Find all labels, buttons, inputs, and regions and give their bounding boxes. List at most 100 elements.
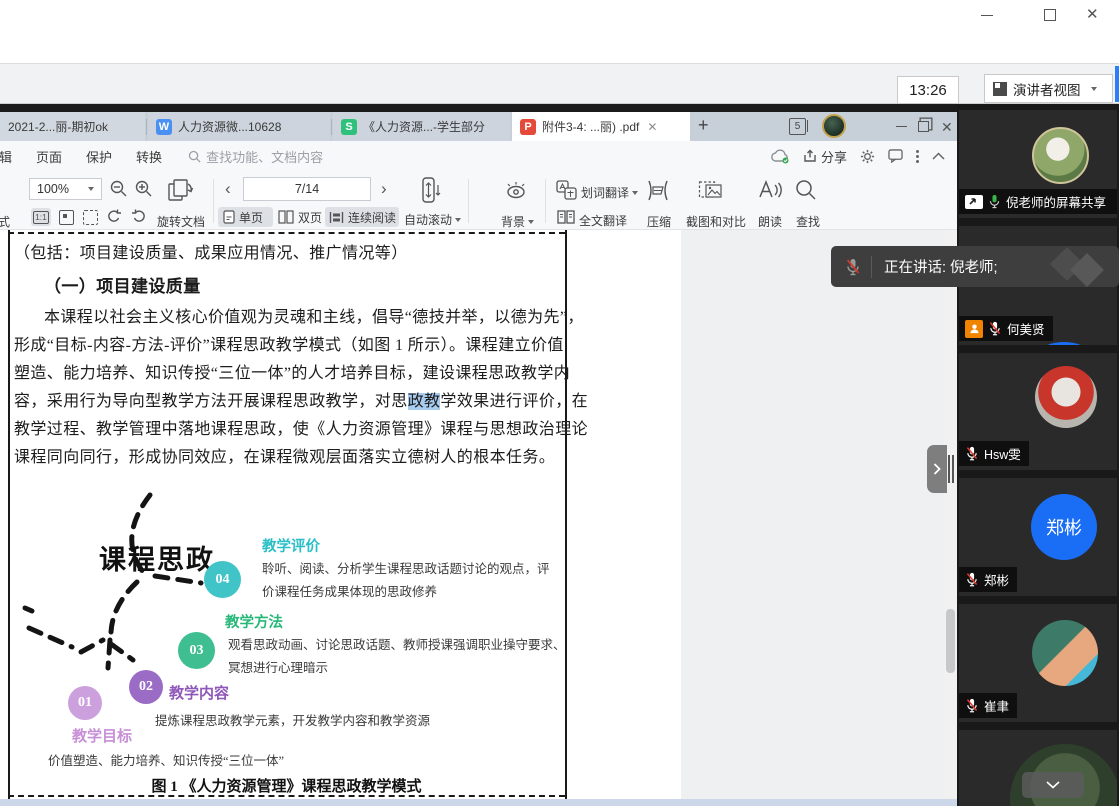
sheet-file-icon: S	[341, 119, 357, 135]
rotate-right-icon[interactable]	[131, 209, 147, 225]
mic-muted-icon	[965, 446, 979, 461]
document-scrollbar[interactable]	[944, 230, 957, 799]
doc-tab-2[interactable]: W 人力资源微...10628	[148, 112, 330, 141]
mic-muted-icon	[988, 321, 1002, 336]
doc-heading: （一）项目建设质量	[44, 272, 201, 297]
zoom-out-icon[interactable]	[110, 180, 127, 197]
avatar	[1032, 127, 1089, 184]
pdf-tabbar: 2021-2...丽-期初ok W 人力资源微...10628 S 《人力资源.…	[0, 112, 957, 141]
document-page: （包括：项目建设质量、成果应用情况、推广情况等） （一）项目建设质量 本课程以社…	[0, 230, 681, 799]
continuous-read-icon	[329, 211, 344, 224]
menu-page[interactable]: 页面	[24, 147, 74, 166]
window-titlebar: ✕	[0, 0, 1119, 30]
diagram-step-03: 03	[178, 632, 215, 669]
mode-label[interactable]: 模式	[0, 213, 10, 230]
diagram-step-04: 04	[204, 561, 241, 598]
tab-list-badge[interactable]: 5	[789, 118, 806, 135]
speaking-toast: 正在讲话: 倪老师;	[831, 246, 1119, 287]
double-page-button[interactable]: 双页	[278, 207, 332, 227]
screen-share-icon	[965, 195, 983, 209]
pdf-minimize-icon[interactable]	[896, 126, 907, 127]
scrollbar-thumb[interactable]	[946, 609, 955, 673]
search-icon	[188, 150, 201, 163]
member-badge-icon	[965, 320, 983, 338]
comment-icon[interactable]	[888, 149, 903, 163]
pdf-close-icon[interactable]: ✕	[941, 119, 953, 136]
next-page-icon[interactable]: ›	[381, 179, 387, 199]
sidebar-collapse-handle[interactable]	[927, 445, 947, 493]
avatar	[1016, 342, 1112, 345]
collapse-toolbar-icon[interactable]	[932, 152, 945, 160]
text-selection: 政教	[408, 393, 441, 410]
actual-size-button[interactable]: 1:1	[31, 208, 51, 226]
menu-edit[interactable]: 编辑	[0, 147, 24, 166]
speaking-toast-text: 正在讲话: 倪老师;	[884, 256, 998, 277]
menu-protect[interactable]: 保护	[74, 147, 124, 166]
participant-tile-teacher[interactable]: 倪老师的屏幕共享	[959, 110, 1117, 218]
maximize-icon[interactable]	[1044, 8, 1058, 22]
account-avatar[interactable]	[822, 114, 846, 138]
diagram-root-label: 课程思政	[99, 538, 215, 577]
participant-tile-4[interactable]: 郑彬 郑彬	[959, 478, 1117, 596]
more-menu-icon[interactable]	[916, 150, 919, 163]
chevron-down-icon	[1091, 87, 1097, 91]
avatar	[1035, 366, 1097, 428]
settings-gear-icon[interactable]	[860, 149, 875, 164]
mic-muted-icon	[845, 258, 861, 276]
participant-label: Hsw雯	[959, 441, 1029, 466]
pdf-app-window: 2021-2...丽-期初ok W 人力资源微...10628 S 《人力资源.…	[0, 112, 957, 799]
doc-tab-1[interactable]: 2021-2...丽-期初ok	[0, 112, 145, 141]
single-page-button[interactable]: 单页	[218, 207, 273, 227]
new-tab-icon[interactable]: +	[698, 115, 709, 136]
pdf-toolbar: 模式 100% 1:1 旋转文档 ‹ 7/14 › 单页	[0, 171, 957, 230]
participant-label: 何美贤	[959, 316, 1053, 341]
document-viewport[interactable]: （包括：项目建设质量、成果应用情况、推广情况等） （一）项目建设质量 本课程以社…	[0, 230, 957, 799]
doc-tab-3[interactable]: S 《人力资源...-学生部分	[333, 112, 510, 141]
screen: ✕ 您正在观看倪老师的屏幕 13:26 演讲者视图 2021-2...丽-	[0, 0, 1119, 806]
view-mode-selector[interactable]: 演讲者视图	[984, 74, 1113, 103]
speaker-view-icon	[993, 82, 1007, 96]
mic-on-icon	[988, 194, 1001, 209]
zoom-in-icon[interactable]	[135, 180, 152, 197]
doc-line-with-selection: 容，采用行为导向型教学方法开展课程思政教学，对思政教学效果进行评价，在	[14, 387, 588, 411]
pdf-menubar: 编辑 页面 保护 转换 查找功能、文档内容 分享	[0, 141, 957, 171]
figure-caption: 图 1 《人力资源管理》课程思政教学模式	[8, 775, 565, 796]
pdf-restore-icon[interactable]	[918, 121, 929, 132]
mic-muted-icon	[965, 572, 979, 587]
fit-width-icon[interactable]	[83, 210, 98, 225]
writer-file-icon: W	[156, 119, 172, 135]
page-indicator[interactable]: 7/14	[243, 177, 371, 201]
diagram-step-01: 01	[68, 686, 102, 720]
minimize-icon[interactable]	[981, 8, 995, 22]
mic-muted-icon	[965, 698, 979, 713]
participant-label: 郑彬	[959, 567, 1017, 592]
continuous-read-button[interactable]: 连续阅读	[325, 207, 399, 227]
share-icon	[803, 149, 817, 163]
close-icon[interactable]: ✕	[1086, 8, 1100, 22]
function-search[interactable]: 查找功能、文档内容	[188, 147, 323, 166]
menu-convert[interactable]: 转换	[124, 147, 174, 166]
participant-tile-3[interactable]: Hsw雯	[959, 353, 1117, 470]
fit-page-icon[interactable]	[59, 210, 74, 225]
participant-tile-5[interactable]: 崔聿	[959, 604, 1117, 722]
cloud-sync-icon[interactable]	[770, 149, 790, 164]
shared-screen-top-edge	[0, 104, 1119, 112]
participant-label: 崔聿	[959, 693, 1017, 718]
prev-page-icon[interactable]: ‹	[225, 179, 231, 199]
avatar	[1032, 620, 1098, 686]
share-button[interactable]: 分享	[803, 147, 847, 166]
pdf-file-icon: P	[520, 119, 536, 135]
edge-accent	[1115, 66, 1119, 102]
zoom-level-select[interactable]: 100%	[29, 178, 102, 200]
rotate-left-icon[interactable]	[106, 209, 122, 225]
meeting-clock: 13:26	[897, 76, 959, 104]
tab-close-icon[interactable]: ✕	[647, 120, 657, 134]
sidebar-resize-grip[interactable]	[948, 455, 950, 483]
pdf-window-bottom-edge	[0, 799, 957, 806]
avatar: 郑彬	[1031, 494, 1097, 560]
diagram-step-02: 02	[129, 670, 163, 704]
participants-sidebar: 倪老师的屏幕共享 何美贤 Hsw雯 郑彬 郑彬	[957, 104, 1119, 806]
doc-tab-4-active[interactable]: P 附件3-4: ...丽) .pdf ✕	[512, 112, 690, 141]
scroll-participants-down-button[interactable]	[1022, 772, 1084, 798]
single-page-icon	[223, 210, 235, 224]
